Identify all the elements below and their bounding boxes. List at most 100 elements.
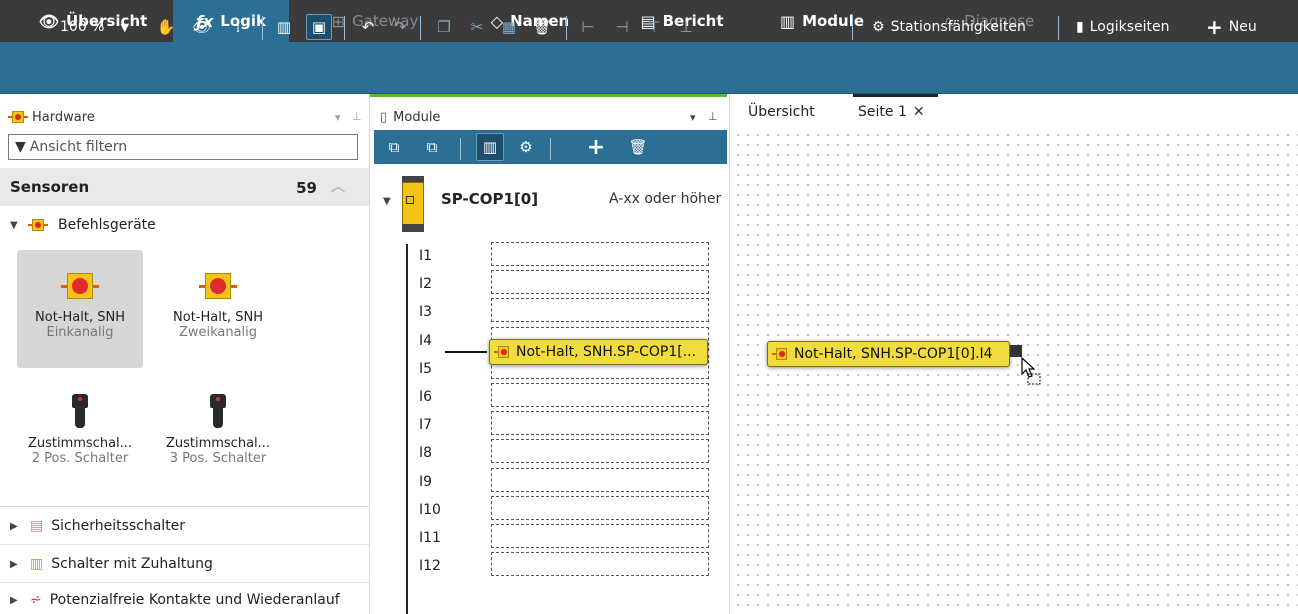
pin-icon[interactable]: ⊥ xyxy=(352,110,362,123)
module-version: A-xx oder höher xyxy=(609,191,722,207)
dropdown-icon[interactable]: ▾ xyxy=(335,111,341,124)
tile-zustimmschalter-3pos[interactable]: Zustimmschal... 3 Pos. Schalter xyxy=(155,376,281,480)
io-slot[interactable] xyxy=(491,552,709,576)
chip-label: Not-Halt, SNH.SP-COP1[0].I4 xyxy=(794,346,993,362)
canvas-element-chip[interactable]: Not-Halt, SNH.SP-COP1[0].I4 xyxy=(767,341,1010,367)
eye-icon[interactable]: 👁 xyxy=(190,14,214,40)
stationsfaehigkeiten-button[interactable]: ⚙ Stationsfähigkeiten xyxy=(872,14,1026,40)
align-left-icon[interactable]: ⊢ xyxy=(576,14,600,40)
tab-label: Seite 1 xyxy=(858,104,907,120)
undo-icon[interactable]: ↶ xyxy=(356,14,380,40)
io-slot[interactable] xyxy=(491,298,709,322)
button-label: Stationsfähigkeiten xyxy=(890,19,1026,35)
cut-icon[interactable]: ✂ xyxy=(465,14,489,40)
zoom-dropdown[interactable]: 100 % ▼ xyxy=(60,14,129,40)
module-name: SP-COP1[0] xyxy=(441,190,539,208)
tree-item-potenzialfreie-kontakte[interactable]: ▶ ⩫ Potenzialfreie Kontakte und Wiederan… xyxy=(10,586,340,614)
active-panel-indicator xyxy=(370,94,727,97)
settings-gear-icon[interactable]: ⚙ xyxy=(514,134,538,160)
grid-icon[interactable]: ⁞ xyxy=(226,14,250,40)
redo-icon[interactable]: ↷ xyxy=(388,14,412,40)
toolbar-separator xyxy=(1058,16,1059,40)
io-label: I5 xyxy=(419,361,433,377)
eye-panel-icon: ▣ xyxy=(311,18,327,36)
category-sensoren[interactable]: Sensoren 59 ︿ xyxy=(0,168,369,206)
expand-triangle-icon[interactable]: ▼ xyxy=(383,196,395,207)
tile-zustimmschalter-2pos[interactable]: Zustimmschal... 2 Pos. Schalter xyxy=(17,376,143,480)
divider xyxy=(0,506,369,507)
module-view-icon: ▥ xyxy=(482,138,498,156)
io-label: I8 xyxy=(419,445,433,461)
group-befehlsgeraete[interactable]: ▼ Befehlsgeräte xyxy=(10,212,156,238)
enabling-switch-icon xyxy=(208,394,228,428)
assigned-element-chip[interactable]: Not-Halt, SNH.SP-COP1[... xyxy=(489,339,708,365)
modules-icon: ▥ xyxy=(779,11,796,31)
expand-all-icon[interactable]: ⧉ xyxy=(420,134,444,160)
chevron-up-icon[interactable]: ︿ xyxy=(331,176,345,196)
show-panel-toggle[interactable]: ▣ xyxy=(306,14,332,40)
align-right-icon[interactable]: ⊣ xyxy=(610,14,634,40)
toolbar-separator xyxy=(852,16,853,40)
tab-module[interactable]: ▥ Module xyxy=(760,0,884,42)
emergency-stop-icon xyxy=(8,111,28,123)
module-view-toggle[interactable]: ▥ xyxy=(476,133,504,161)
io-label: I1 xyxy=(419,248,433,264)
tree-item-label: Schalter mit Zuhaltung xyxy=(51,556,213,572)
delete-module-icon[interactable]: 🗑 xyxy=(626,134,650,160)
align-top-icon[interactable]: ⊤ xyxy=(642,14,666,40)
toolbar xyxy=(0,42,1298,94)
emergency-stop-icon xyxy=(61,272,99,302)
close-icon[interactable]: ✕ xyxy=(913,104,925,120)
logikseiten-button[interactable]: ▮ Logikseiten xyxy=(1076,14,1170,40)
divider xyxy=(0,544,369,545)
io-slot[interactable] xyxy=(491,496,709,520)
tab-label: Übersicht xyxy=(748,104,815,120)
io-label: I10 xyxy=(419,502,441,518)
contact-icon: ⩫ xyxy=(30,592,42,608)
tree-item-schalter-mit-zuhaltung[interactable]: ▶ ▥ Schalter mit Zuhaltung xyxy=(10,550,213,578)
expand-triangle-icon: ▶ xyxy=(10,594,18,606)
io-slot[interactable] xyxy=(491,468,709,492)
dropdown-icon[interactable]: ▾ xyxy=(690,111,696,124)
io-label: I4 xyxy=(419,333,433,349)
neu-button[interactable]: + Neu xyxy=(1206,14,1257,40)
io-slot[interactable] xyxy=(491,524,709,548)
emergency-stop-icon xyxy=(28,219,48,231)
filter-placeholder: Ansicht filtern xyxy=(29,139,128,155)
hand-pan-icon[interactable]: ✋ xyxy=(154,14,178,40)
canvas-tab-bar xyxy=(731,94,1298,126)
paste-icon[interactable]: ▦ xyxy=(497,14,521,40)
align-bottom-icon[interactable]: ⊥ xyxy=(674,14,698,40)
expand-triangle-icon: ▶ xyxy=(10,520,18,532)
io-connection-wire xyxy=(445,351,487,353)
io-label: I7 xyxy=(419,417,433,433)
copy-icon[interactable]: ❐ xyxy=(432,14,456,40)
toolbar-separator xyxy=(566,16,567,40)
locking-switch-icon: ▥ xyxy=(30,556,44,572)
io-label: I3 xyxy=(419,304,433,320)
tile-not-halt-einkanalig[interactable]: Not-Halt, SNH Einkanalig xyxy=(17,250,143,368)
io-slot[interactable] xyxy=(491,270,709,294)
io-slot[interactable] xyxy=(491,411,709,435)
add-module-icon[interactable]: + xyxy=(582,134,610,160)
io-slot[interactable] xyxy=(491,439,709,463)
io-slot[interactable] xyxy=(491,242,709,266)
module-panel-header: ▯ Module xyxy=(380,104,440,130)
io-slot[interactable] xyxy=(491,383,709,407)
tile-subtitle: 2 Pos. Schalter xyxy=(31,451,129,466)
io-label: I12 xyxy=(419,558,441,574)
canvas-tab-uebersicht[interactable]: Übersicht xyxy=(748,104,815,120)
tile-not-halt-zweikanalig[interactable]: Not-Halt, SNH Zweikanalig xyxy=(155,250,281,368)
collapse-all-icon[interactable]: ⧉ xyxy=(382,134,406,160)
canvas-tab-seite-1[interactable]: Seite 1 ✕ xyxy=(858,104,925,120)
sp-cop1-module-icon xyxy=(402,176,424,232)
filter-input[interactable]: ▼ Ansicht filtern xyxy=(8,134,358,160)
tree-item-label: Potenzialfreie Kontakte und Wiederanlauf xyxy=(49,592,340,608)
delete-icon[interactable]: 🗑 xyxy=(530,14,554,40)
io-label: I11 xyxy=(419,530,441,546)
active-tab-indicator xyxy=(853,94,938,97)
panel-layout-icon[interactable]: ▥ xyxy=(272,14,296,40)
toolbar-separator xyxy=(460,138,461,160)
pin-icon[interactable]: ⊥ xyxy=(708,110,718,123)
tree-item-sicherheitsschalter[interactable]: ▶ ▤ Sicherheitsschalter xyxy=(10,512,185,540)
